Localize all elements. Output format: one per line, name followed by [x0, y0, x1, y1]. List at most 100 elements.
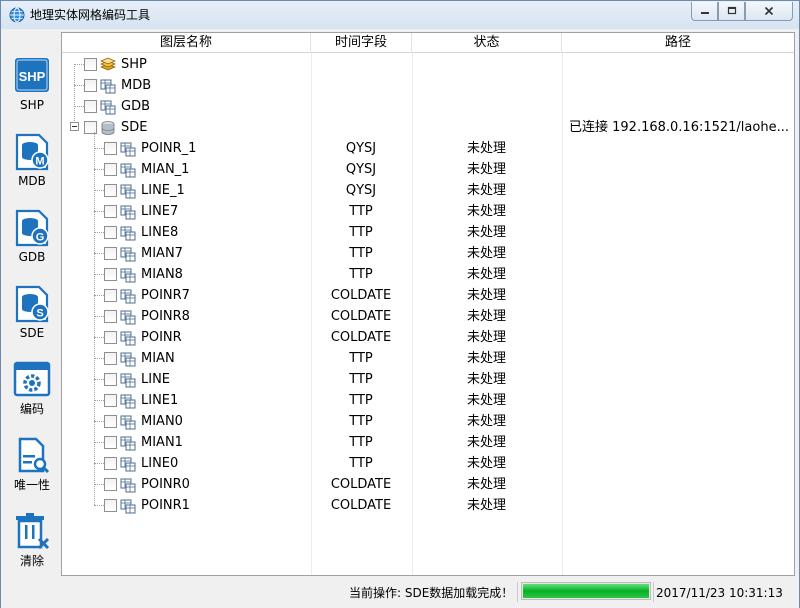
feature-class-icon [120, 393, 136, 409]
layer-status: 未处理 [466, 435, 506, 450]
clear-tool-button[interactable]: 清除 [7, 511, 57, 581]
layer-checkbox[interactable] [104, 247, 117, 260]
mdb-tool-label: MDB [18, 174, 46, 188]
layer-time-field: TTP [349, 414, 373, 429]
table-row[interactable]: MIAN0 TTP 未处理 [62, 411, 794, 432]
column-header-layer-name[interactable]: 图层名称 [62, 33, 311, 53]
layer-time-field: TTP [349, 372, 373, 387]
feature-class-icon [120, 456, 136, 472]
tree-connector-line [94, 400, 104, 401]
layer-checkbox[interactable] [84, 79, 97, 92]
layer-checkbox[interactable] [84, 100, 97, 113]
close-button[interactable] [745, 2, 793, 21]
table-row[interactable]: MIAN8 TTP 未处理 [62, 264, 794, 285]
app-window: 地理实体网格编码工具 SHP SHP M MDB G GDB S SDE 编码 … [0, 0, 800, 608]
tree-group-row[interactable]: SHP [62, 54, 794, 75]
feature-class-icon [120, 414, 136, 430]
table-row[interactable]: POINR7 COLDATE 未处理 [62, 285, 794, 306]
layer-status: 未处理 [466, 183, 506, 198]
title-bar[interactable]: 地理实体网格编码工具 [1, 1, 799, 29]
table-row[interactable]: POINR0 COLDATE 未处理 [62, 474, 794, 495]
tree-connector-line [94, 253, 104, 254]
svg-text:M: M [35, 156, 44, 168]
layer-status: 未处理 [466, 204, 506, 219]
layer-checkbox[interactable] [104, 394, 117, 407]
unique-tool-label: 唯一性 [13, 478, 50, 492]
shp-tool-button[interactable]: SHP SHP [7, 55, 57, 125]
layer-name: POINR8 [141, 309, 190, 324]
column-header-status[interactable]: 状态 [412, 33, 562, 53]
maximize-button[interactable] [718, 2, 745, 21]
layer-grid[interactable]: 图层名称 时间字段 状态 路径 SHP MDB GDB SDE 已连接 192.168.… [61, 32, 795, 576]
sde-tool-button[interactable]: S SDE [7, 283, 57, 353]
layer-time-field: TTP [349, 246, 373, 261]
layer-status: 未处理 [466, 141, 506, 156]
column-header-time-field[interactable]: 时间字段 [311, 33, 412, 53]
layer-checkbox[interactable] [104, 352, 117, 365]
layer-status: 未处理 [466, 498, 506, 513]
tree-connector-line [94, 148, 104, 149]
layer-checkbox[interactable] [104, 142, 117, 155]
collapse-toggle-icon[interactable] [70, 122, 79, 131]
layer-checkbox[interactable] [84, 121, 97, 134]
tree-group-row[interactable]: SDE 已连接 192.168.0.16:1521/laohe... [62, 117, 794, 138]
layer-checkbox[interactable] [104, 184, 117, 197]
tree-connector-line [94, 505, 104, 506]
layer-checkbox[interactable] [104, 499, 117, 512]
layer-checkbox[interactable] [104, 373, 117, 386]
layer-checkbox[interactable] [104, 268, 117, 281]
table-row[interactable]: LINE1 TTP 未处理 [62, 390, 794, 411]
table-row[interactable]: MIAN_1 QYSJ 未处理 [62, 159, 794, 180]
table-row[interactable]: LINE_1 QYSJ 未处理 [62, 180, 794, 201]
layer-time-field: TTP [349, 267, 373, 282]
table-row[interactable]: MIAN TTP 未处理 [62, 348, 794, 369]
mdb-tool-button[interactable]: M MDB [7, 131, 57, 201]
group-path [569, 96, 794, 117]
table-row[interactable]: LINE8 TTP 未处理 [62, 222, 794, 243]
column-header-path[interactable]: 路径 [562, 33, 794, 53]
minimize-button[interactable] [691, 2, 718, 21]
table-row[interactable]: POINR COLDATE 未处理 [62, 327, 794, 348]
table-row[interactable]: LINE TTP 未处理 [62, 369, 794, 390]
layer-checkbox[interactable] [104, 457, 117, 470]
layer-checkbox[interactable] [84, 58, 97, 71]
tree-connector-line [94, 211, 104, 212]
mdb-table-icon [100, 78, 116, 94]
layer-status: 未处理 [466, 456, 506, 471]
table-row[interactable]: POINR_1 QYSJ 未处理 [62, 138, 794, 159]
feature-class-icon [120, 372, 136, 388]
tree-group-row[interactable]: MDB [62, 75, 794, 96]
layer-time-field: COLDATE [330, 477, 392, 492]
encode-tool-button[interactable]: 编码 [7, 359, 57, 429]
layer-checkbox[interactable] [104, 331, 117, 344]
status-separator [517, 582, 518, 602]
tree-group-row[interactable]: GDB [62, 96, 794, 117]
table-row[interactable]: LINE0 TTP 未处理 [62, 453, 794, 474]
layer-checkbox[interactable] [104, 226, 117, 239]
layer-checkbox[interactable] [104, 415, 117, 428]
layer-checkbox[interactable] [104, 205, 117, 218]
layer-status: 未处理 [466, 351, 506, 366]
gdb-tool-button[interactable]: G GDB [7, 207, 57, 277]
restore-icon [727, 6, 736, 15]
close-icon [764, 6, 774, 16]
layer-name: LINE8 [141, 225, 179, 240]
tree-connector-line [94, 421, 104, 422]
table-row[interactable]: MIAN7 TTP 未处理 [62, 243, 794, 264]
layer-checkbox[interactable] [104, 289, 117, 302]
layer-checkbox[interactable] [104, 436, 117, 449]
layer-checkbox[interactable] [104, 478, 117, 491]
group-path: 已连接 192.168.0.16:1521/laohe... [569, 120, 789, 135]
layer-checkbox[interactable] [104, 310, 117, 323]
table-row[interactable]: LINE7 TTP 未处理 [62, 201, 794, 222]
layer-time-field: COLDATE [330, 288, 392, 303]
table-row[interactable]: POINR1 COLDATE 未处理 [62, 495, 794, 516]
clear-trash-icon [16, 513, 50, 550]
layer-name: POINR7 [141, 288, 190, 303]
table-row[interactable]: MIAN1 TTP 未处理 [62, 432, 794, 453]
table-row[interactable]: POINR8 COLDATE 未处理 [62, 306, 794, 327]
status-separator [653, 582, 654, 602]
layer-checkbox[interactable] [104, 163, 117, 176]
sde-server-icon [100, 120, 116, 136]
unique-tool-button[interactable]: 唯一性 [7, 435, 57, 505]
